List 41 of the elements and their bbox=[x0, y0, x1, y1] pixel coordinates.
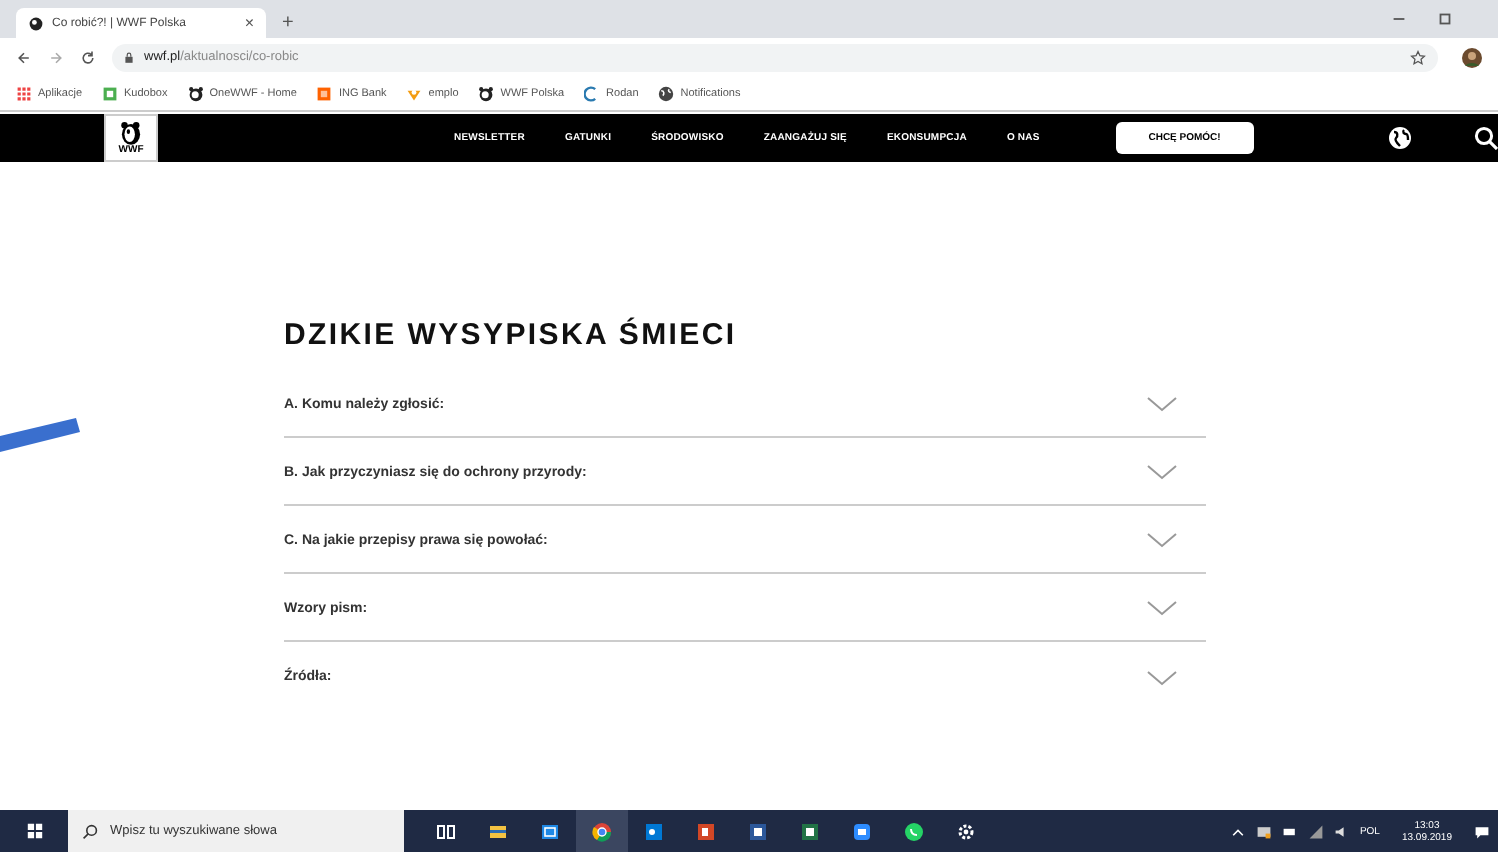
lock-icon bbox=[124, 51, 134, 63]
page-heading: DZIKIE WYSYPISKA ŚMIECI bbox=[284, 318, 739, 356]
window-icon bbox=[540, 821, 560, 841]
close-tab-button[interactable]: × bbox=[244, 14, 254, 32]
speaker-icon[interactable] bbox=[1333, 823, 1350, 839]
slides-app-icon bbox=[696, 821, 716, 841]
crescent-icon bbox=[584, 85, 601, 101]
globe-icon bbox=[658, 85, 675, 101]
document-app-icon bbox=[748, 821, 768, 841]
chevron-down-icon bbox=[1146, 396, 1178, 412]
mail-app-icon bbox=[644, 821, 664, 841]
globe-icon[interactable] bbox=[1387, 126, 1412, 150]
chat-app-icon bbox=[904, 821, 924, 841]
spreadsheet-app-icon bbox=[800, 821, 820, 841]
battery-icon[interactable] bbox=[1281, 823, 1298, 839]
network-icon[interactable] bbox=[1255, 823, 1272, 839]
back-icon[interactable] bbox=[16, 49, 32, 65]
box-icon bbox=[102, 85, 119, 101]
pen-stroke bbox=[0, 412, 80, 452]
chevron-down-icon bbox=[1146, 464, 1178, 480]
video-app-icon bbox=[852, 821, 872, 841]
search-icon[interactable] bbox=[1473, 126, 1498, 150]
windows-start-icon[interactable] bbox=[26, 822, 44, 840]
new-tab-button[interactable]: + bbox=[282, 12, 294, 34]
grid-icon bbox=[16, 85, 32, 101]
square-icon bbox=[316, 85, 333, 101]
chevron-down-icon bbox=[1146, 600, 1178, 616]
browser-icon bbox=[592, 821, 612, 841]
browser-taskbar-button[interactable] bbox=[576, 810, 628, 852]
wifi-icon[interactable] bbox=[1307, 823, 1324, 839]
star-icon[interactable] bbox=[1410, 49, 1426, 65]
search-icon bbox=[82, 823, 98, 839]
folder-icon bbox=[488, 821, 508, 841]
avatar-icon[interactable] bbox=[1462, 47, 1482, 67]
notification-icon[interactable] bbox=[1474, 823, 1490, 839]
chevron-down-icon bbox=[1146, 532, 1178, 548]
reload-icon[interactable] bbox=[80, 49, 96, 65]
task-view-icon bbox=[436, 821, 456, 841]
restore-icon[interactable] bbox=[1436, 10, 1454, 28]
chevron-down-icon bbox=[1146, 669, 1178, 685]
gear-icon bbox=[956, 821, 976, 841]
